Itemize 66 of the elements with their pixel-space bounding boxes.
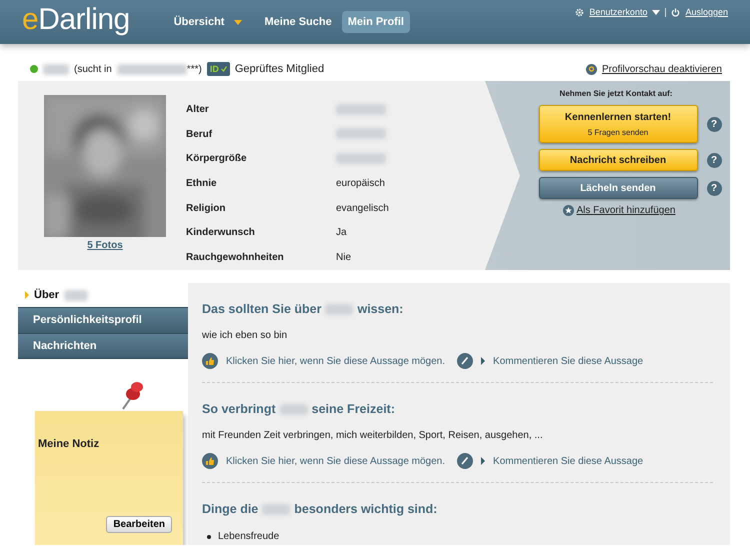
logout-link[interactable]: Ausloggen — [685, 7, 728, 17]
redacted-text — [116, 64, 187, 74]
redacted-text — [336, 128, 386, 140]
note-title: Meine Notiz — [38, 438, 100, 450]
pencil-icon — [457, 353, 474, 369]
comment-link[interactable]: Kommentieren Sie diese Aussage — [493, 456, 644, 466]
redacted-text — [336, 153, 386, 164]
section-heading: Das sollten Sie über wissen: — [202, 302, 404, 316]
sidebar-tab[interactable]: Persönlichkeitsprofil — [18, 308, 188, 334]
attribute-label: Rauchgewohnheiten — [186, 252, 284, 264]
logo[interactable]: eDarling — [22, 3, 130, 37]
edit-button[interactable]: Bearbeiten — [106, 516, 172, 534]
bullet-icon — [207, 534, 211, 538]
redacted-text — [64, 290, 88, 301]
thumbs-up-icon — [202, 353, 218, 369]
search-label: (sucht in — [74, 64, 112, 74]
help-icon[interactable]: ? — [706, 180, 722, 196]
section-text: mit Freunden Zeit verbringen, mich weiterbilden, Sport, Reisen, ausgehen, ... — [202, 430, 544, 441]
redacted-text — [280, 404, 308, 414]
search-icon — [586, 64, 597, 74]
verified-label: Geprüftes Mitglied — [234, 63, 324, 75]
contact-button[interactable]: Nachricht schreiben — [538, 149, 698, 171]
section-heading: So verbringt seine Freizeit: — [202, 402, 396, 416]
photos-link[interactable]: 5 Fotos — [87, 240, 123, 251]
attribute-value: europäisch — [336, 178, 385, 189]
attribute-label: Beruf — [186, 128, 212, 140]
pencil-icon — [457, 453, 474, 469]
caret-icon[interactable] — [652, 10, 660, 14]
favorite-link[interactable]: Als Favorit hinzufügen — [562, 205, 676, 216]
check-icon — [220, 66, 227, 72]
like-link[interactable]: Klicken Sie hier, wenn Sie diese Aussage mögen. — [202, 453, 446, 469]
preview-link[interactable]: Profilvorschau deaktivieren — [586, 64, 722, 74]
contact-button[interactable]: Lächeln senden — [538, 177, 698, 199]
comment-link[interactable]: Kommentieren Sie diese Aussage — [493, 356, 644, 366]
nav-tab[interactable]: Übersicht — [168, 11, 230, 33]
contact-title: Nehmen Sie jetzt Kontakt auf: — [560, 89, 672, 98]
nav-tab[interactable]: Mein Profil — [342, 11, 410, 33]
star-icon — [562, 205, 574, 216]
gear-icon — [575, 8, 584, 16]
id-badge: ID — [206, 62, 230, 76]
account-link[interactable]: Benutzerkonto — [589, 7, 648, 17]
redacted-text — [43, 64, 69, 74]
attribute-label: Kinderwunsch — [186, 227, 255, 238]
attribute-label: Religion — [186, 202, 226, 214]
like-link[interactable]: Klicken Sie hier, wenn Sie diese Aussage mögen. — [202, 353, 446, 369]
thumbs-up-icon — [202, 453, 218, 469]
attribute-label: Alter — [186, 104, 209, 115]
section-heading: Dinge die besonders wichtig sind: — [202, 502, 438, 516]
sidebar-tab[interactable]: Nachrichten — [18, 334, 188, 359]
attribute-label: Ethnie — [186, 178, 217, 189]
attribute-value: Ja — [336, 227, 347, 238]
caret-icon[interactable] — [234, 20, 242, 24]
redacted-text — [325, 304, 354, 314]
contact-button[interactable]: Kennenlernen starten! 5 Fragen senden — [538, 105, 698, 143]
redacted-text — [336, 104, 386, 115]
redacted-text — [262, 504, 290, 514]
nav-tab[interactable]: Meine Suche — [258, 11, 338, 33]
attribute-label: Körpergröße — [186, 153, 247, 164]
search-label: ***) — [186, 64, 202, 74]
power-icon — [671, 8, 680, 16]
attribute-value: Nie — [336, 252, 352, 264]
list-item: Lebensfreude — [218, 530, 280, 543]
attribute-value: evangelisch — [336, 202, 389, 214]
section-text: wie ich eben so bin — [202, 330, 288, 341]
help-icon[interactable]: ? — [706, 152, 722, 168]
help-icon[interactable]: ? — [706, 116, 722, 132]
